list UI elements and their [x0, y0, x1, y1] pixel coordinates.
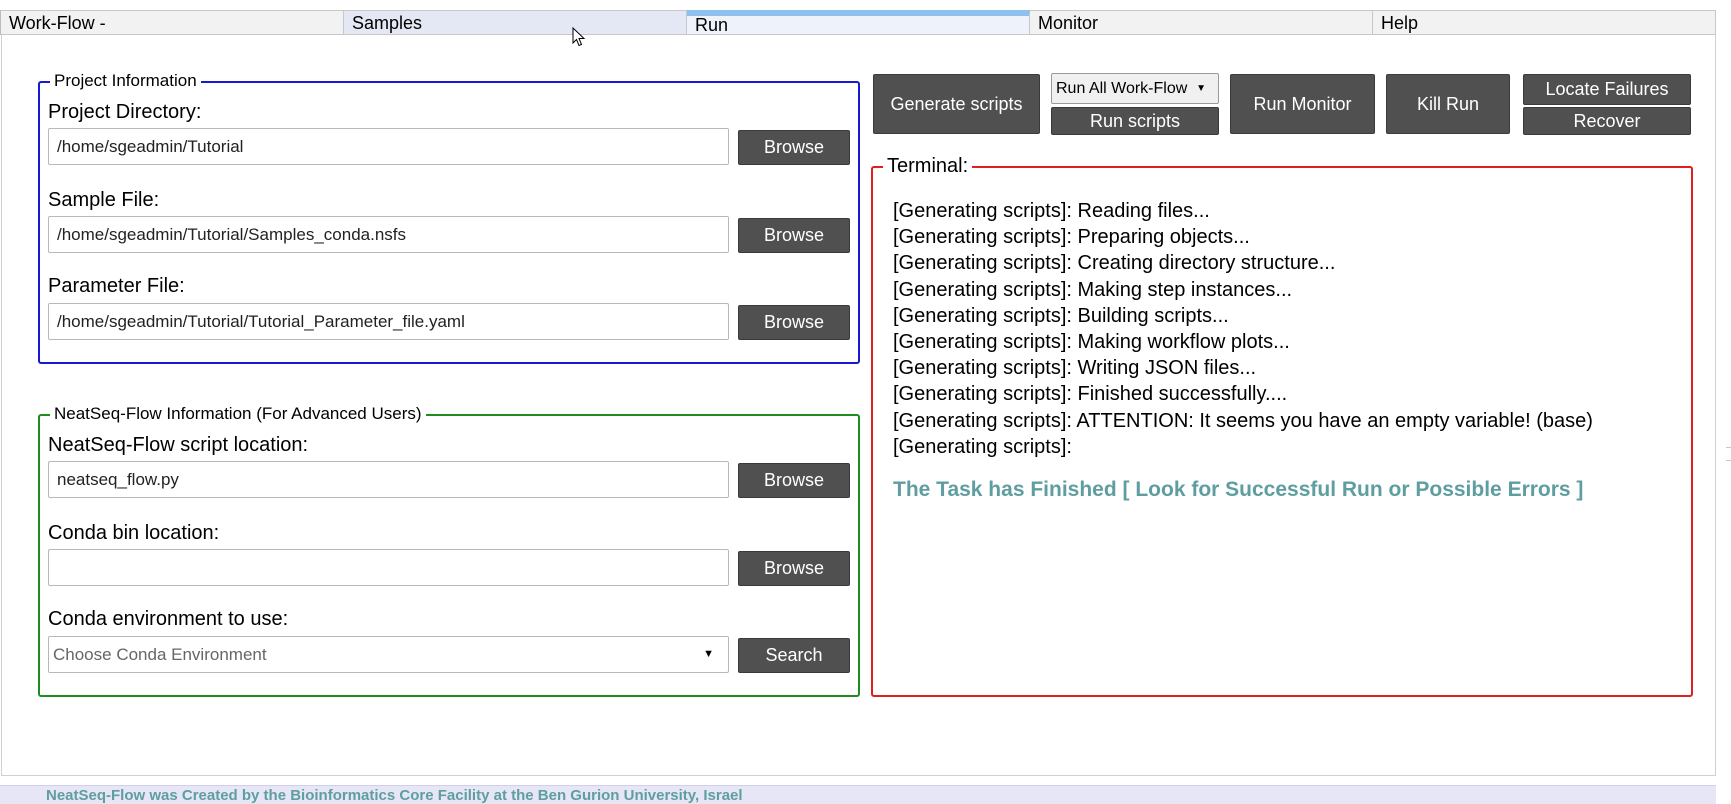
neatseq-script-browse-button[interactable]: Browse	[738, 463, 850, 498]
conda-environment-placeholder: Choose Conda Environment	[53, 645, 267, 664]
terminal-line: [Generating scripts]:	[893, 435, 1072, 458]
terminal-line: [Generating scripts]: Building scripts..…	[893, 304, 1229, 327]
parameter-file-label: Parameter File:	[48, 275, 185, 297]
footer-credit: NeatSeq-Flow was Created by the Bioinfor…	[46, 787, 743, 804]
footer: NeatSeq-Flow was Created by the Bioinfor…	[0, 785, 1716, 804]
terminal-line: [Generating scripts]: Reading files...	[893, 200, 1210, 222]
scroll-mark	[1726, 447, 1731, 448]
parameter-file-browse-button[interactable]: Browse	[738, 305, 850, 340]
terminal-line: [Generating scripts]: Writing JSON files…	[893, 357, 1257, 380]
tab-bar: Work-Flow - Samples Run Monitor Help	[0, 10, 1716, 35]
terminal-status-message: The Task has Finished [ Look for Success…	[893, 478, 1584, 501]
neatseq-script-location-input[interactable]	[48, 461, 729, 498]
chevron-down-icon: ▼	[1196, 83, 1206, 94]
neatseq-script-location-label: NeatSeq-Flow script location:	[48, 434, 309, 456]
terminal-panel: Terminal: [Generating scripts]: Reading …	[871, 154, 1693, 697]
chevron-down-icon: ▼	[703, 648, 714, 660]
conda-environment-label: Conda environment to use:	[48, 608, 289, 630]
sample-file-label: Sample File:	[48, 189, 160, 211]
terminal-legend: Terminal:	[883, 154, 973, 178]
conda-bin-location-input[interactable]	[48, 549, 729, 586]
conda-bin-browse-button[interactable]: Browse	[738, 551, 850, 586]
sample-file-browse-button[interactable]: Browse	[738, 218, 850, 253]
terminal-line: [Generating scripts]: Creating directory…	[893, 252, 1336, 275]
conda-environment-search-button[interactable]: Search	[738, 638, 850, 673]
terminal-line: [Generating scripts]: Making workflow pl…	[893, 331, 1290, 354]
app-window: Work-Flow - Samples Run Monitor Help Pro…	[0, 0, 1731, 804]
scroll-mark	[1726, 460, 1731, 461]
kill-run-button[interactable]: Kill Run	[1386, 74, 1510, 134]
conda-environment-select[interactable]: Choose Conda Environment ▼	[48, 636, 729, 673]
terminal-line: [Generating scripts]: Making step instan…	[893, 278, 1293, 301]
run-scripts-button[interactable]: Run scripts	[1051, 107, 1219, 135]
project-directory-label: Project Directory:	[48, 101, 202, 123]
sample-file-input[interactable]	[48, 216, 729, 253]
parameter-file-input[interactable]	[48, 303, 729, 340]
terminal-line: [Generating scripts]: Finished successfu…	[893, 383, 1288, 406]
workflow-run-select-value: Run All Work-Flow	[1056, 80, 1188, 97]
mouse-cursor-icon	[572, 27, 586, 47]
tab-run[interactable]: Run	[687, 10, 1030, 35]
tab-work-flow[interactable]: Work-Flow -	[1, 10, 344, 35]
run-monitor-button[interactable]: Run Monitor	[1230, 74, 1375, 134]
workflow-run-select[interactable]: Run All Work-Flow ▼	[1051, 73, 1219, 104]
terminal-output: [Generating scripts]: Reading files... […	[893, 198, 1593, 460]
project-information-legend: Project Information	[50, 71, 201, 91]
tab-monitor[interactable]: Monitor	[1030, 10, 1373, 35]
tab-samples[interactable]: Samples	[344, 10, 687, 35]
tab-help[interactable]: Help	[1373, 10, 1716, 35]
locate-failures-button[interactable]: Locate Failures	[1523, 74, 1691, 105]
terminal-line: [Generating scripts]: Preparing objects.…	[893, 226, 1250, 249]
generate-scripts-button[interactable]: Generate scripts	[873, 74, 1040, 134]
project-information-panel: Project Information Project Directory: B…	[38, 71, 860, 364]
recover-button[interactable]: Recover	[1523, 107, 1691, 135]
conda-bin-location-label: Conda bin location:	[48, 522, 220, 544]
neatseq-flow-information-legend: NeatSeq-Flow Information (For Advanced U…	[50, 404, 426, 424]
neatseq-flow-information-panel: NeatSeq-Flow Information (For Advanced U…	[38, 404, 860, 697]
terminal-line: [Generating scripts]: ATTENTION: It seem…	[893, 409, 1593, 432]
project-directory-input[interactable]	[48, 128, 729, 165]
project-directory-browse-button[interactable]: Browse	[738, 130, 850, 165]
